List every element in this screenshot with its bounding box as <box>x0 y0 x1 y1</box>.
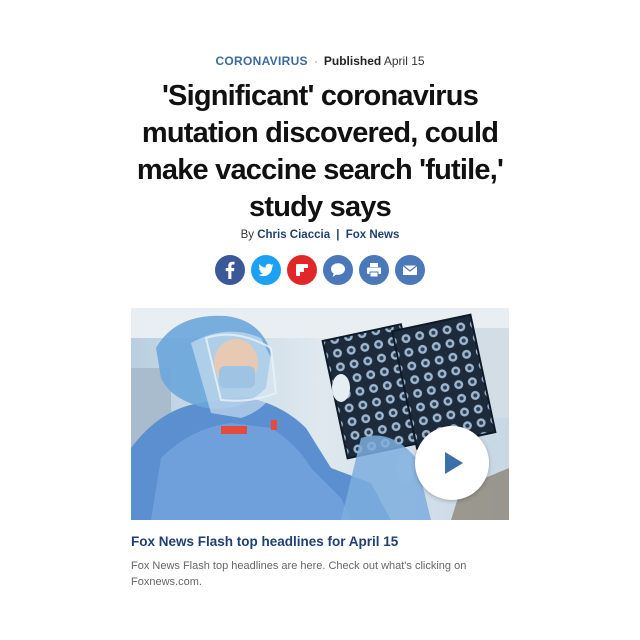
print-button[interactable] <box>359 255 389 285</box>
print-icon <box>367 263 381 278</box>
article-page: CORONAVIRUS · Published April 15 'Signific… <box>0 0 640 640</box>
byline-prefix: By <box>240 229 255 241</box>
meta-separator: · <box>313 54 318 68</box>
email-icon <box>402 265 418 275</box>
byline-divider: | <box>336 229 340 241</box>
video-player[interactable] <box>131 308 509 520</box>
comments-button[interactable] <box>323 255 353 285</box>
outlet-link[interactable]: Fox News <box>346 229 400 241</box>
article-meta: CORONAVIRUS · Published April 15 <box>0 54 640 68</box>
twitter-icon <box>258 263 274 277</box>
video-description: Fox News Flash top headlines are here. C… <box>131 560 467 588</box>
published-date: April 15 <box>383 54 425 68</box>
article-headline: 'Significant' coronavirus mutation disco… <box>136 80 504 223</box>
facebook-share-button[interactable] <box>215 255 245 285</box>
play-icon <box>445 452 463 474</box>
author-link[interactable]: Chris Ciaccia <box>257 229 330 241</box>
byline: By Chris Ciaccia | Fox News <box>0 229 640 241</box>
email-share-button[interactable] <box>395 255 425 285</box>
facebook-icon <box>225 261 235 279</box>
comment-icon <box>331 263 345 277</box>
category-link[interactable]: CORONAVIRUS <box>215 54 307 68</box>
twitter-share-button[interactable] <box>251 255 281 285</box>
published-label: Published <box>323 54 382 68</box>
flipboard-share-button[interactable] <box>287 255 317 285</box>
play-button[interactable] <box>415 426 489 500</box>
flipboard-icon <box>296 264 308 276</box>
video-title-link[interactable]: Fox News Flash top headlines for April 1… <box>131 534 511 549</box>
share-bar <box>0 255 640 285</box>
